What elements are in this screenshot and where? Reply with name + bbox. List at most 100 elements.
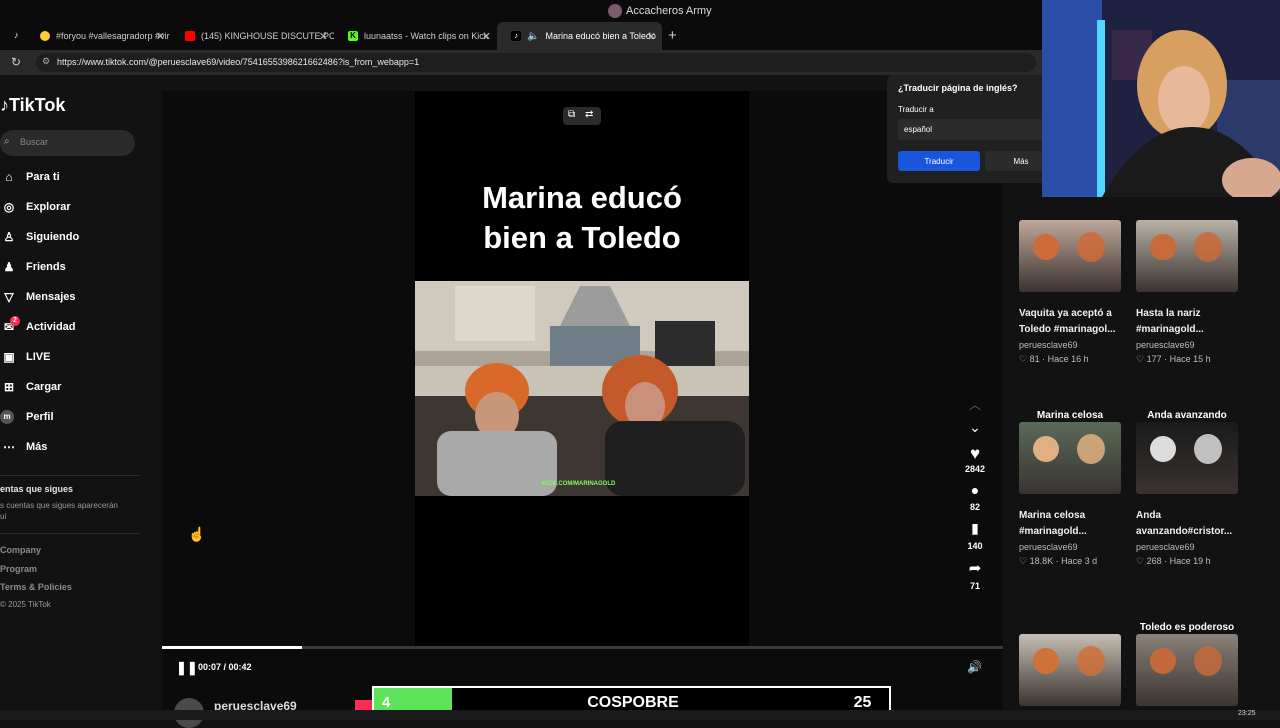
bookmark-icon[interactable]: ▮ [955,520,995,537]
related-age: Hace 16 h [1047,354,1089,364]
url-field[interactable]: ⚙ https://www.tiktok.com/@peruesclave69/… [36,53,1036,72]
url-text: https://www.tiktok.com/@peruesclave69/vi… [57,57,420,67]
picture-in-picture-icon[interactable]: ⧉ [568,109,575,120]
related-thumbnail[interactable] [1136,634,1238,706]
reload-icon[interactable]: ↻ [11,55,21,69]
tiktok-logo[interactable]: ♪TikTok [0,95,65,116]
close-tab-icon[interactable]: ✕ [647,30,656,43]
video-frame: KICK.COM/MARINAGOLD [415,281,749,496]
related-thumbnail[interactable] [1019,634,1121,706]
sidebar-item-perfil[interactable]: m Perfil [0,406,140,428]
language-select[interactable]: español [898,119,1048,140]
sidebar-item-label: Siguiendo [26,231,80,243]
youtube-favicon-icon [185,31,195,41]
translate-button[interactable]: Traducir [898,151,980,171]
thumbnail-figure [1194,232,1222,262]
share-count: 71 [969,581,980,591]
close-tab-icon[interactable]: ✕ [156,30,165,43]
related-user[interactable]: peruesclave69 [1019,542,1124,552]
tiktok-tab-icon[interactable]: ♪ [14,30,19,40]
time-display: 00:07 / 00:42 [198,662,252,672]
thumbnail-figure [1077,232,1105,262]
related-likes: 81 [1029,354,1040,364]
site-info-icon[interactable]: ⚙ [42,56,50,67]
next-video-icon[interactable]: ⌄ [955,419,995,436]
thumbnail-figure [1033,234,1059,260]
footer-link-terms[interactable]: Terms & Policies [0,582,72,592]
footer-link-company[interactable]: Company [0,545,41,555]
related-age: Hace 19 h [1169,556,1211,566]
sidebar-item-live[interactable]: ▣ LIVE [0,346,140,368]
webcam-overlay [1042,0,1280,197]
profile-icon: m [0,410,14,424]
new-tab-icon[interactable]: + [668,27,677,44]
sidebar-item-friends[interactable]: ♟ Friends [0,256,140,278]
close-tab-icon[interactable]: ✕ [482,30,491,43]
related-thumbnail[interactable] [1019,220,1121,292]
thumbnail-figure [1033,648,1059,674]
sidebar-item-explorar[interactable]: ◎ Explorar [0,196,140,218]
related-user[interactable]: peruesclave69 [1019,340,1124,350]
sidebar-item-label: LIVE [26,351,51,363]
comment-icon[interactable]: ● [955,482,995,498]
taskbar-clock: 23:25 [1238,710,1256,717]
browser-tab-active[interactable]: ♪ 🔈 Marina educó bien a Toledo ✕ [497,22,662,50]
video-title-overlay: Marina educó bien a Toledo [482,180,682,255]
related-caption[interactable]: Hasta la nariz #marinagold... [1136,306,1241,338]
tiktok-sidebar: ♪TikTok ⌕ Buscar ⌂ Para ti ◎ Explorar ♙ Sigui… [0,75,162,720]
related-video-card[interactable]: Vaquita ya aceptó a Toledo #marinagol...… [1019,190,1124,365]
browser-tab[interactable]: #foryou #vallesagradorp #vir ✕ [26,22,171,50]
comment-count: 82 [969,502,980,512]
compass-icon: ◎ [3,200,15,214]
related-caption[interactable]: Anda avanzando#cristor... [1136,508,1241,540]
volume-icon[interactable]: 🔊 [967,660,982,674]
related-video-card[interactable]: Hasta la nariz #marinagold... peruesclave… [1136,190,1241,365]
sidebar-item-cargar[interactable]: ⊞ Cargar [0,376,140,398]
related-thumbnail[interactable] [1136,422,1238,494]
close-tab-icon[interactable]: ✕ [319,30,328,43]
related-caption[interactable]: Marina celosa #marinagold... [1019,508,1124,540]
previous-video-icon[interactable]: ︿ [955,396,995,413]
save-count: 140 [967,541,983,551]
webcam-image [1042,0,1280,197]
audio-playing-icon[interactable]: 🔈 [527,31,539,42]
translate-video-icon[interactable]: ⇄ [585,109,593,120]
related-caption[interactable]: Vaquita ya aceptó a Toledo #marinagol... [1019,306,1124,338]
seek-bar[interactable] [162,646,1003,649]
thumbnail-figure [1077,434,1105,464]
thumbnail-figure [1194,434,1222,464]
sidebar-item-para-ti[interactable]: ⌂ Para ti [0,166,140,188]
related-video-card[interactable] [1019,604,1121,706]
browser-tab[interactable]: K luunaatss - Watch clips on Kick ✕ [334,22,497,50]
related-thumbnail[interactable] [1019,422,1121,494]
related-video-card[interactable]: Marina celosa Marina celosa #marinagold..… [1019,392,1124,567]
kick-watermark: KICK.COM/MARINAGOLD [542,481,616,487]
separator: · [1053,556,1062,566]
sidebar-item-mensajes[interactable]: ▽ Mensajes [0,286,140,308]
related-user[interactable]: peruesclave69 [1136,542,1241,552]
related-likes: 268 [1146,556,1162,566]
share-icon[interactable]: ➦ [955,559,995,577]
pause-icon[interactable]: ❚❚ [176,660,198,676]
related-video-card[interactable]: Anda avanzando Anda avanzando#cristor... p… [1136,392,1241,567]
related-likes: 18.8K [1029,556,1054,566]
related-thumbnail[interactable] [1136,220,1238,292]
window-title: Accacheros Army [626,5,712,17]
like-heart-icon[interactable]: ♥ [955,444,995,464]
sidebar-item-actividad[interactable]: ✉ Actividad 2 [0,316,140,338]
sidebar-item-más[interactable]: ⋯ Más [0,436,140,458]
upload-icon: ⊞ [3,380,15,394]
seek-progress [162,646,303,649]
hand-cursor-icon: ☝ [188,526,206,542]
related-user[interactable]: peruesclave69 [1136,340,1241,350]
sidebar-item-siguiendo[interactable]: ♙ Siguiendo [0,226,140,248]
thumbnail-figure [1194,646,1222,676]
footer-link-program[interactable]: Program [0,564,37,574]
related-video-card[interactable]: Toledo es poderoso [1136,604,1238,706]
notification-badge: 2 [10,316,20,326]
heart-outline-icon: ♡ [1019,354,1030,364]
profile-avatar-icon[interactable] [608,4,622,18]
browser-tab[interactable]: (145) KINGHOUSE DISCUTE POR ✕ [171,22,334,50]
search-input[interactable]: ⌕ Buscar [0,130,135,156]
tab-favicon-icon [40,31,50,41]
